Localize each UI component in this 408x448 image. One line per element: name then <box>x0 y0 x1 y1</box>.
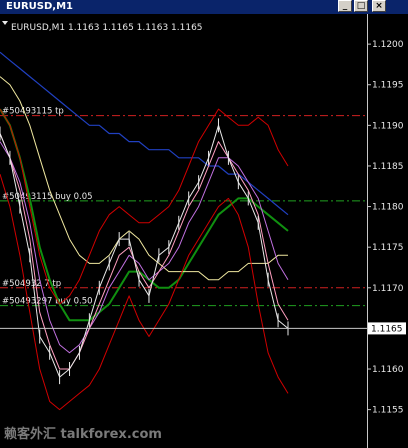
y-tick-label: 1.1200 <box>372 40 404 50</box>
minimize-button[interactable]: _ <box>338 0 352 12</box>
order-label: #50493115 buy 0.05 <box>2 192 93 202</box>
order-label: #50493297 buy 0.50 <box>2 297 93 307</box>
symbol-info: EURUSD,M1 1.1163 1.1165 1.1163 1.1165 <box>11 23 203 33</box>
price-chart[interactable]: #50493115 tp#50493115 buy 0.05#504932 7 … <box>0 14 408 448</box>
y-tick-label: 1.1175 <box>372 243 404 253</box>
close-button[interactable]: × <box>372 0 386 12</box>
watermark: 赖客外汇 talkforex.com <box>4 427 162 442</box>
window-title: EURUSD,M1 <box>6 1 73 12</box>
window-titlebar: EURUSD,M1 _ □ × <box>0 0 408 14</box>
maximize-button[interactable]: □ <box>354 0 368 12</box>
y-tick-label: 1.1180 <box>372 203 404 213</box>
y-tick-label: 1.1170 <box>372 284 404 294</box>
y-tick-label: 1.1190 <box>372 121 404 131</box>
y-tick-label: 1.1155 <box>372 406 404 416</box>
current-price-label: 1.1165 <box>371 324 403 334</box>
order-label: #50493115 tp <box>2 107 64 117</box>
y-tick-label: 1.1185 <box>372 162 404 172</box>
y-tick-label: 1.1160 <box>372 365 404 375</box>
y-tick-label: 1.1195 <box>372 81 404 91</box>
